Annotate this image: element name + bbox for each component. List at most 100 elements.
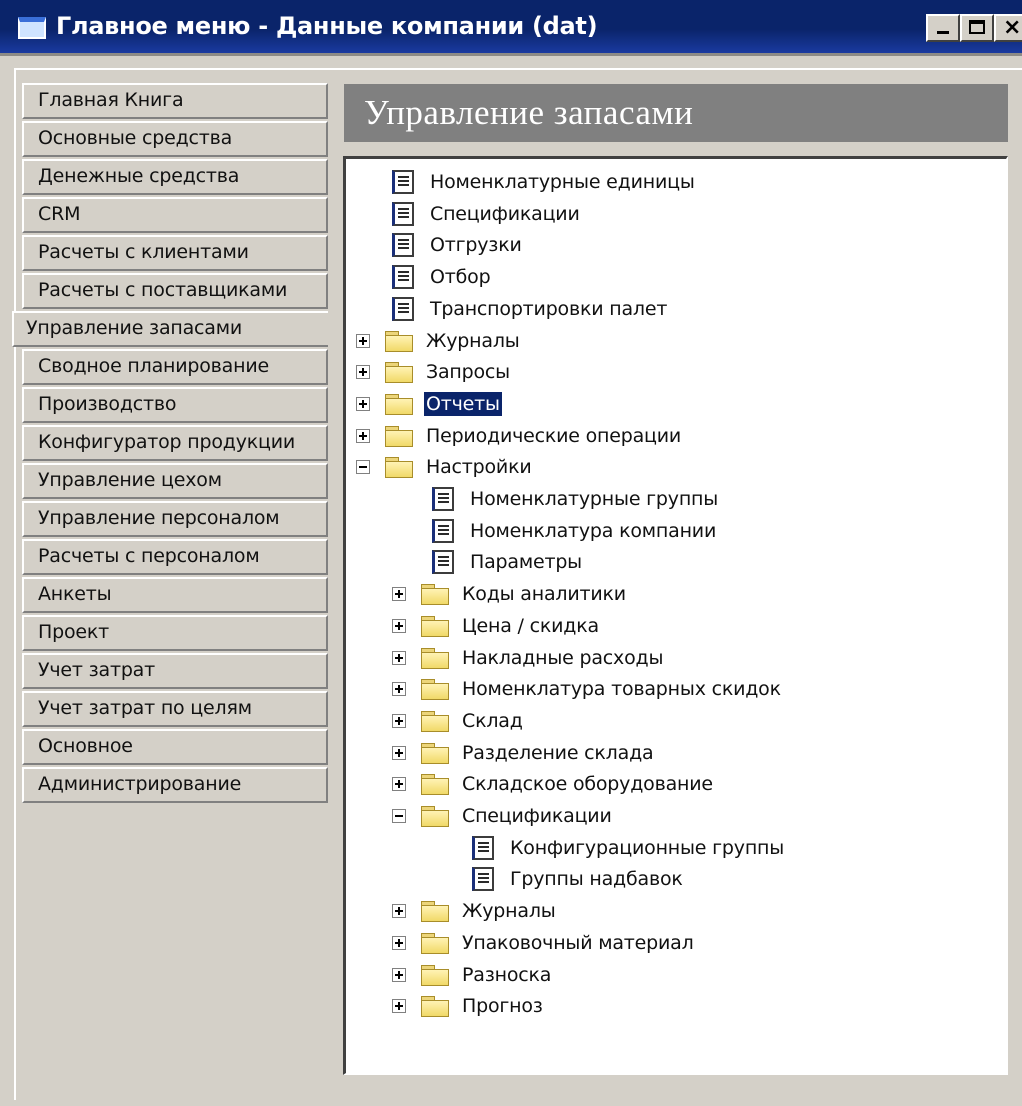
- expand-toggle-icon[interactable]: [392, 904, 406, 919]
- sidebar-item[interactable]: Учет затрат: [22, 653, 328, 689]
- tree-node[interactable]: Отчеты: [356, 389, 502, 419]
- expand-toggle-icon[interactable]: [392, 587, 406, 602]
- tree-node[interactable]: Транспортировки палет: [392, 294, 669, 324]
- close-icon: ×: [1003, 15, 1022, 40]
- sidebar-item[interactable]: Расчеты с персоналом: [22, 539, 328, 575]
- form-icon: [472, 867, 494, 892]
- sidebar-item[interactable]: Сводное планирование: [22, 349, 328, 385]
- tree-node-label: Конфигурационные группы: [510, 836, 785, 859]
- folder-icon: [384, 393, 414, 415]
- expand-toggle-icon[interactable]: [392, 967, 406, 982]
- tree-node[interactable]: Параметры: [432, 547, 584, 577]
- tree-node[interactable]: Конфигурационные группы: [472, 833, 786, 863]
- sidebar-item[interactable]: Основное: [22, 729, 328, 765]
- tree-node-label: Запросы: [426, 361, 510, 384]
- maximize-icon: [969, 20, 985, 34]
- tree-node[interactable]: Номенклатурные группы: [432, 484, 720, 514]
- expand-toggle-icon[interactable]: [392, 618, 406, 633]
- expand-toggle-icon[interactable]: [392, 999, 406, 1014]
- collapse-toggle-icon[interactable]: [392, 809, 406, 823]
- sidebar-item[interactable]: Основные средства: [22, 121, 328, 157]
- expand-toggle-icon[interactable]: [356, 428, 370, 443]
- tree-node[interactable]: Склад: [392, 706, 525, 736]
- tree-node[interactable]: Группы надбавок: [472, 864, 685, 894]
- sidebar-item[interactable]: Администрирование: [22, 767, 328, 803]
- sidebar-item[interactable]: CRM: [22, 197, 328, 233]
- expand-toggle-icon[interactable]: [356, 333, 370, 348]
- sidebar-item[interactable]: Производство: [22, 387, 328, 423]
- folder-icon: [420, 615, 450, 637]
- tree-node[interactable]: Номенклатурные единицы: [392, 167, 697, 197]
- tree-node-label: Упаковочный материал: [462, 931, 694, 954]
- sidebar-item[interactable]: Учет затрат по целям: [22, 691, 328, 727]
- title-bar[interactable]: Главное меню - Данные компании (dat) ×: [0, 0, 1022, 56]
- tree-node[interactable]: Отбор: [392, 262, 492, 292]
- tree-node[interactable]: Спецификации: [392, 199, 582, 229]
- tree-node[interactable]: Номенклатура компании: [432, 516, 718, 546]
- tree-node[interactable]: Периодические операции: [356, 421, 683, 451]
- expand-toggle-icon[interactable]: [392, 745, 406, 760]
- folder-icon: [384, 456, 414, 479]
- tree-node[interactable]: Отгрузки: [392, 230, 524, 260]
- tree-node[interactable]: Коды аналитики: [392, 579, 628, 609]
- maximize-button[interactable]: [960, 14, 994, 42]
- expand-toggle-icon[interactable]: [392, 682, 406, 697]
- expand-toggle-icon[interactable]: [356, 396, 370, 411]
- tree-node[interactable]: Прогноз: [392, 991, 545, 1021]
- sidebar-item[interactable]: Денежные средства: [22, 159, 328, 195]
- expand-toggle-icon[interactable]: [356, 365, 370, 380]
- minimize-button[interactable]: [926, 14, 960, 42]
- tree-node[interactable]: Разноска: [392, 960, 553, 990]
- menu-tree[interactable]: Номенклатурные единицы Спецификации Отгруз…: [343, 156, 1008, 1075]
- sidebar-item[interactable]: Конфигуратор продукции: [22, 425, 328, 461]
- tree-node-label: Настройки: [426, 456, 532, 479]
- tree-node[interactable]: Спецификации: [392, 801, 614, 831]
- close-button[interactable]: ×: [994, 14, 1022, 42]
- sidebar-item[interactable]: Управление персоналом: [22, 501, 328, 537]
- tree-node[interactable]: Накладные расходы: [392, 643, 665, 673]
- folder-icon: [420, 964, 450, 986]
- sidebar-item[interactable]: Расчеты с клиентами: [22, 235, 328, 271]
- folder-icon: [420, 773, 450, 796]
- tree-node-label: Отбор: [430, 266, 491, 289]
- tree-node-label: Периодические операции: [426, 424, 682, 447]
- tree-node-label: Транспортировки палет: [430, 297, 668, 320]
- sidebar-item[interactable]: Управление цехом: [22, 463, 328, 499]
- folder-icon: [420, 678, 450, 701]
- folder-icon: [384, 330, 414, 352]
- sidebar-item[interactable]: Проект: [22, 615, 328, 651]
- tree-node-label: Отчеты: [424, 391, 502, 416]
- tree-node-label: Разделение склада: [462, 741, 654, 764]
- form-icon: [432, 487, 454, 511]
- tree-node-label: Цена / скидка: [462, 614, 599, 637]
- tree-node-label: Журналы: [462, 900, 556, 923]
- tree-node[interactable]: Запросы: [356, 357, 512, 387]
- expand-toggle-icon[interactable]: [392, 935, 406, 950]
- sidebar-item[interactable]: Анкеты: [22, 577, 328, 613]
- sidebar-item[interactable]: Управление запасами: [12, 311, 328, 347]
- tree-node[interactable]: Журналы: [392, 896, 558, 926]
- expand-toggle-icon[interactable]: [392, 713, 406, 728]
- expand-toggle-icon[interactable]: [392, 777, 406, 792]
- collapse-toggle-icon[interactable]: [356, 460, 370, 475]
- tree-node[interactable]: Складское оборудование: [392, 769, 715, 799]
- window-icon: [18, 17, 46, 39]
- tree-node[interactable]: Журналы: [356, 326, 522, 356]
- expand-toggle-icon[interactable]: [392, 650, 406, 665]
- tree-node[interactable]: Номенклатура товарных скидок: [392, 674, 783, 704]
- form-icon: [392, 233, 414, 258]
- tree-node[interactable]: Настройки: [356, 452, 534, 482]
- tree-node-label: Складское оборудование: [462, 773, 713, 796]
- tree-node-label: Группы надбавок: [510, 868, 683, 891]
- sidebar-item[interactable]: Главная Книга: [22, 83, 328, 119]
- tree-node-label: Номенклатура товарных скидок: [462, 678, 781, 701]
- sidebar-item[interactable]: Расчеты с поставщиками: [22, 273, 328, 309]
- form-icon: [432, 518, 454, 543]
- tree-node-label: Спецификации: [462, 805, 612, 827]
- tree-node[interactable]: Упаковочный материал: [392, 928, 696, 958]
- tree-node[interactable]: Цена / скидка: [392, 611, 601, 641]
- tree-node-label: Журналы: [426, 329, 520, 352]
- module-nav: Главная Книга Основные средства Денежные с…: [12, 83, 328, 805]
- folder-icon: [420, 932, 450, 954]
- tree-node[interactable]: Разделение склада: [392, 738, 655, 768]
